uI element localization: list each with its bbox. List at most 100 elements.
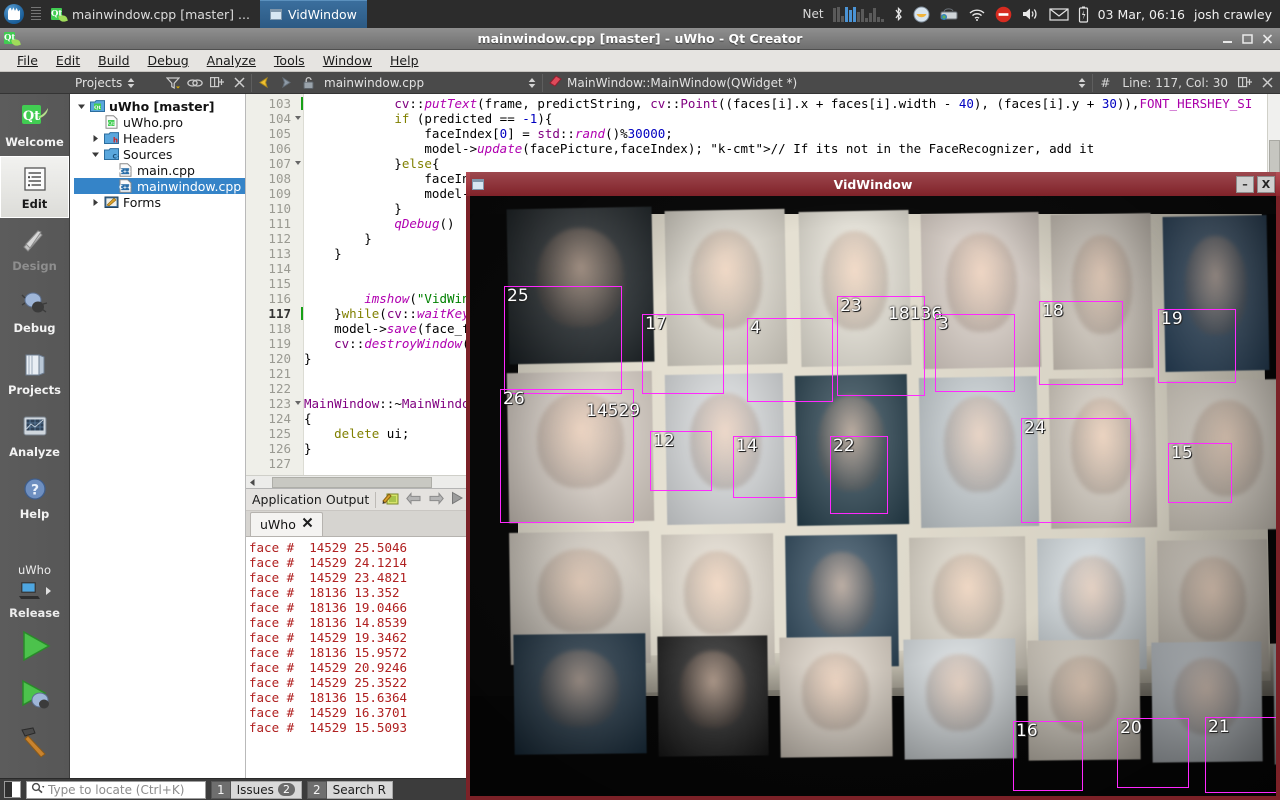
line-number-121[interactable]: 121: [246, 366, 303, 381]
tree-disclosure-arrow[interactable]: [90, 133, 100, 143]
menu-debug[interactable]: Debug: [139, 51, 198, 70]
battery-icon[interactable]: [1078, 0, 1089, 28]
fold-marker-icon[interactable]: [295, 116, 301, 123]
project-tree-item-forms[interactable]: Forms: [74, 194, 245, 210]
menu-build[interactable]: Build: [89, 51, 138, 70]
line-number-125[interactable]: 125: [246, 426, 303, 441]
mode-help[interactable]: ? Help: [0, 466, 69, 528]
line-number-109[interactable]: 109: [246, 186, 303, 201]
line-column-indicator[interactable]: Line: 117, Col: 30: [1116, 76, 1234, 90]
line-number-107[interactable]: 107: [246, 156, 303, 171]
run-output-icon[interactable]: [450, 491, 464, 508]
menu-help[interactable]: Help: [381, 51, 428, 70]
project-tree-item-sources[interactable]: C+Sources: [74, 146, 245, 162]
line-number-106[interactable]: 106: [246, 141, 303, 156]
lock-icon[interactable]: [297, 73, 319, 93]
code-line-106[interactable]: model->update(facePicture,faceIndex); "k…: [304, 141, 1280, 156]
menu-analyze[interactable]: Analyze: [198, 51, 265, 70]
line-number-113[interactable]: 113: [246, 246, 303, 261]
qt-creator-titlebar[interactable]: Qt mainwindow.cpp [master] - uWho - Qt C…: [0, 28, 1280, 50]
project-tree[interactable]: QtuWho [master]QtuWho.prohHeadersC+Sourc…: [70, 94, 245, 778]
symbol-combo[interactable]: MainWindow::MainWindow(QWidget *): [544, 73, 1091, 93]
split-icon[interactable]: [206, 73, 228, 93]
close-icon[interactable]: [302, 517, 313, 532]
mode-debug[interactable]: Debug: [0, 280, 69, 342]
vidwindow-close-button[interactable]: X: [1257, 176, 1275, 193]
tree-disclosure-arrow[interactable]: [76, 101, 86, 111]
filter-tree-icon[interactable]: [162, 73, 184, 93]
do-not-disturb-icon[interactable]: [995, 0, 1012, 28]
split-editor-icon[interactable]: [1234, 73, 1256, 93]
projects-filter-combo[interactable]: Projects: [70, 73, 162, 93]
close-sidebar-icon[interactable]: [228, 73, 250, 93]
volume-icon[interactable]: [1021, 0, 1040, 28]
line-number-116[interactable]: 116: [246, 291, 303, 306]
minimize-button[interactable]: [1218, 31, 1236, 47]
output-pane-button-search-results[interactable]: 2 Search R: [307, 781, 393, 799]
line-number-105[interactable]: 105: [246, 126, 303, 141]
output-pane-button-issues[interactable]: 1 Issues 2: [211, 781, 302, 799]
go-back-icon[interactable]: [253, 73, 275, 93]
toggle-sidebar-icon[interactable]: [4, 781, 21, 798]
run-button[interactable]: [0, 622, 69, 670]
code-line-104[interactable]: if (predicted == -1){: [304, 111, 1280, 126]
network-graph-icon[interactable]: [833, 6, 884, 22]
line-number-124[interactable]: 124: [246, 411, 303, 426]
line-number-110[interactable]: 110: [246, 201, 303, 216]
menu-edit[interactable]: Edit: [47, 51, 89, 70]
project-tree-item-uwho-pro[interactable]: QtuWho.pro: [74, 114, 245, 130]
scroll-left-button[interactable]: [246, 476, 259, 489]
menu-window[interactable]: Window: [314, 51, 381, 70]
window-controls-grip[interactable]: [31, 7, 41, 21]
bluetooth-icon[interactable]: [893, 0, 904, 28]
go-forward-icon[interactable]: [275, 73, 297, 93]
line-number-108[interactable]: 108: [246, 171, 303, 186]
user-name[interactable]: josh crawley: [1194, 7, 1272, 22]
fold-marker-icon[interactable]: [295, 161, 301, 168]
line-number-122[interactable]: 122: [246, 381, 303, 396]
project-tree-item-mainwindow-cpp[interactable]: C++mainwindow.cpp: [74, 178, 245, 194]
taskbar-item-vidwindow[interactable]: VidWindow: [260, 0, 367, 28]
tree-disclosure-arrow[interactable]: [104, 181, 114, 191]
mode-projects[interactable]: Projects: [0, 342, 69, 404]
code-line-105[interactable]: faceIndex[0] = std::rand()%30000;: [304, 126, 1280, 141]
line-number-111[interactable]: 111: [246, 216, 303, 231]
line-number-114[interactable]: 114: [246, 261, 303, 276]
fold-marker-icon[interactable]: [295, 401, 301, 408]
code-line-103[interactable]: cv::putText(frame, predictString, cv::Po…: [304, 96, 1280, 111]
line-number-119[interactable]: 119: [246, 336, 303, 351]
build-button[interactable]: [0, 718, 69, 766]
vidwindow-titlebar[interactable]: VidWindow – X: [466, 172, 1280, 196]
tree-disclosure-arrow[interactable]: [90, 197, 100, 207]
line-number-120[interactable]: 120: [246, 351, 303, 366]
menu-file[interactable]: File: [8, 51, 47, 70]
close-button[interactable]: [1258, 31, 1276, 47]
project-tree-item-main-cpp[interactable]: C++main.cpp: [74, 162, 245, 178]
clock[interactable]: 03 Mar, 06:16: [1098, 7, 1185, 22]
tree-disclosure-arrow[interactable]: [90, 149, 100, 159]
vidwindow-minimize-button[interactable]: –: [1236, 176, 1254, 193]
line-number-115[interactable]: 115: [246, 276, 303, 291]
video-output-canvas[interactable]: 2526145291742318136318191214221324151620…: [470, 196, 1276, 796]
keyboard-icon[interactable]: [939, 0, 959, 28]
open-documents-combo[interactable]: mainwindow.cpp: [319, 73, 541, 93]
project-tree-item-headers[interactable]: hHeaders: [74, 130, 245, 146]
line-number-112[interactable]: 112: [246, 231, 303, 246]
locator-input[interactable]: Type to locate (Ctrl+K): [26, 781, 206, 799]
scrollbar-thumb[interactable]: [272, 477, 432, 488]
ubuntu-menu-button[interactable]: [0, 0, 28, 28]
wifi-icon[interactable]: [968, 0, 986, 28]
output-settings-icon[interactable]: [382, 490, 400, 509]
start-debugging-button[interactable]: [0, 670, 69, 718]
tree-disclosure-arrow[interactable]: [90, 117, 100, 127]
messaging-icon[interactable]: [913, 0, 930, 28]
line-number-118[interactable]: 118: [246, 321, 303, 336]
line-number-117[interactable]: 117: [246, 306, 303, 321]
maximize-button[interactable]: [1238, 31, 1256, 47]
next-item-icon[interactable]: [428, 492, 444, 508]
prev-item-icon[interactable]: [406, 492, 422, 508]
code-line-107[interactable]: }else{: [304, 156, 1280, 171]
tree-disclosure-arrow[interactable]: [104, 165, 114, 175]
project-tree-item-uwho-master[interactable]: QtuWho [master]: [74, 98, 245, 114]
line-number-103[interactable]: 103: [246, 96, 303, 111]
